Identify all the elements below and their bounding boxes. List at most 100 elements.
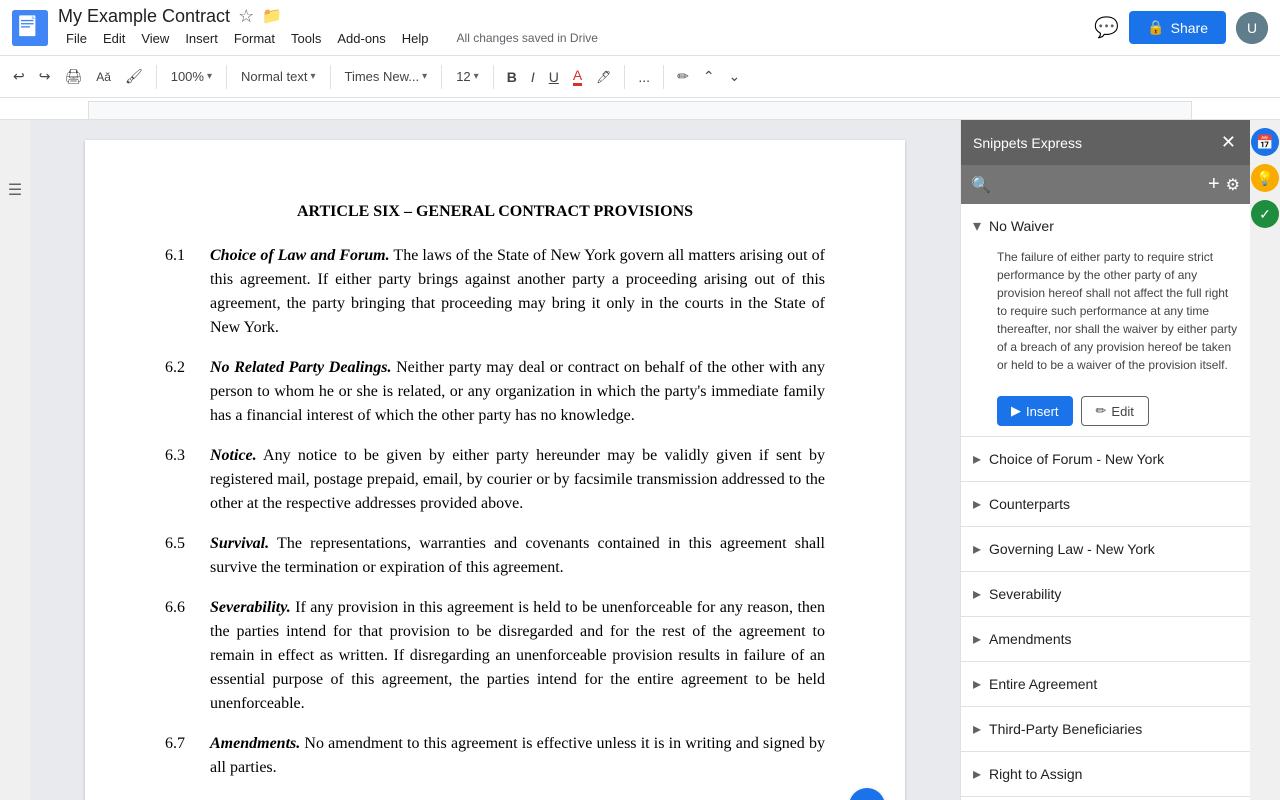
spellcheck-button[interactable]: Aǎ <box>91 66 116 88</box>
search-input[interactable] <box>997 177 1202 193</box>
chevron-right-icon-6: ▸ <box>973 674 981 694</box>
menu-tools[interactable]: Tools <box>283 27 329 50</box>
autosave-label: All changes saved in Drive <box>449 27 606 49</box>
snippet-amendments-label: Amendments <box>989 631 1071 647</box>
snippet-no-waiver: ▾ No Waiver The failure of either party … <box>961 204 1250 437</box>
snippet-severability-label: Severability <box>989 586 1061 602</box>
chevron-right-icon-5: ▸ <box>973 629 981 649</box>
snippet-severability-header[interactable]: ▸ Severability <box>961 572 1250 616</box>
snippet-no-waiver-header[interactable]: ▾ No Waiver <box>961 204 1250 248</box>
toolbar-sep-2 <box>226 65 227 89</box>
settings-button[interactable]: ⚙ <box>1226 175 1240 195</box>
doc-title[interactable]: My Example Contract <box>58 6 230 27</box>
font-color-button[interactable]: A <box>568 63 587 90</box>
toolbar: ↩ ↪ 🖨 Aǎ 🖌 100% ▾ Normal text ▾ Times Ne… <box>0 56 1280 98</box>
panel-title: Snippets Express <box>973 135 1082 151</box>
pencil-mode-button[interactable]: ✏ <box>672 64 694 89</box>
document-page: ARTICLE SIX – GENERAL CONTRACT PROVISION… <box>85 140 905 800</box>
paragraph-icon: ☰ <box>8 180 22 200</box>
snippet-entire-agreement-label: Entire Agreement <box>989 676 1097 692</box>
snippet-governing-law-label: Governing Law - New York <box>989 541 1155 557</box>
snippet-choice-of-forum-header[interactable]: ▸ Choice of Forum - New York <box>961 437 1250 481</box>
edit-button[interactable]: ✏ Edit <box>1081 396 1149 426</box>
expand-button[interactable]: ⌃ <box>698 64 720 89</box>
italic-button[interactable]: I <box>526 65 540 89</box>
size-arrow: ▾ <box>474 71 479 82</box>
menu-view[interactable]: View <box>133 27 177 50</box>
menu-format[interactable]: Format <box>226 27 283 50</box>
menu-insert[interactable]: Insert <box>177 27 226 50</box>
toolbar-sep-7 <box>663 65 664 89</box>
underline-button[interactable]: U <box>544 65 564 89</box>
section-num-6-2: 6.2 <box>165 356 200 428</box>
font-arrow: ▾ <box>422 71 427 82</box>
menu-help[interactable]: Help <box>394 27 437 50</box>
snippet-right-to-assign-label: Right to Assign <box>989 766 1082 782</box>
comment-button[interactable]: 💬 <box>1094 15 1119 40</box>
calendar-icon[interactable]: 📅 <box>1251 128 1279 156</box>
toolbar-sep-1 <box>156 65 157 89</box>
snippet-choice-of-forum: ▸ Choice of Forum - New York <box>961 437 1250 482</box>
ruler <box>0 98 1280 120</box>
paint-format-button[interactable]: 🖌 <box>120 64 148 89</box>
share-button[interactable]: 🔒 Share <box>1129 11 1226 44</box>
doc-area[interactable]: ARTICLE SIX – GENERAL CONTRACT PROVISION… <box>30 120 960 800</box>
section-num-6-8: 6.8 <box>165 796 200 800</box>
chevron-right-icon-8: ▸ <box>973 764 981 784</box>
snippet-amendments: ▸ Amendments <box>961 617 1250 662</box>
edit-icon: ✏ <box>1096 403 1107 419</box>
snippet-entire-agreement-header[interactable]: ▸ Entire Agreement <box>961 662 1250 706</box>
avatar: U <box>1236 12 1268 44</box>
section-body-6-3: Notice. Any notice to be given by either… <box>210 444 825 516</box>
snippets-list: ▾ No Waiver The failure of either party … <box>961 204 1250 800</box>
print-button[interactable]: 🖨 <box>59 64 87 89</box>
insert-icon: ▶ <box>1011 403 1021 419</box>
size-dropdown[interactable]: 12 ▾ <box>450 66 485 87</box>
toolbar-sep-6 <box>624 65 625 89</box>
zoom-dropdown[interactable]: 100% ▾ <box>165 66 218 87</box>
snippet-no-waiver-content: The failure of either party to require s… <box>961 248 1250 386</box>
lightbulb-icon[interactable]: 💡 <box>1251 164 1279 192</box>
snippet-right-to-assign: ▸ Right to Assign <box>961 752 1250 797</box>
snippet-third-party-header[interactable]: ▸ Third-Party Beneficiaries <box>961 707 1250 751</box>
main-area: ☰ ARTICLE SIX – GENERAL CONTRACT PROVISI… <box>0 120 1280 800</box>
checkmark-icon[interactable]: ✓ <box>1251 200 1279 228</box>
top-bar: My Example Contract ☆ 📁 File Edit View I… <box>0 0 1280 56</box>
section-6-8: 6.8 Assignment. Neither party may assign… <box>165 796 825 800</box>
star-icon[interactable]: ☆ <box>238 6 254 27</box>
menu-edit[interactable]: Edit <box>95 27 133 50</box>
highlight-button[interactable]: 🖊 <box>591 66 616 88</box>
size-label: 12 <box>456 69 470 84</box>
redo-button[interactable]: ↪ <box>34 64 56 89</box>
insert-button[interactable]: ▶ Insert <box>997 396 1073 426</box>
font-label: Times New... <box>345 69 420 84</box>
section-num-6-5: 6.5 <box>165 532 200 580</box>
snippet-amendments-header[interactable]: ▸ Amendments <box>961 617 1250 661</box>
more-options-button[interactable]: ... <box>633 65 655 89</box>
menu-file[interactable]: File <box>58 27 95 50</box>
snippet-entire-agreement: ▸ Entire Agreement <box>961 662 1250 707</box>
right-sidebar: 📅 💡 ✓ <box>1250 120 1280 800</box>
bold-button[interactable]: B <box>502 65 522 89</box>
snippet-governing-law-header[interactable]: ▸ Governing Law - New York <box>961 527 1250 571</box>
undo-button[interactable]: ↩ <box>8 64 30 89</box>
section-body-6-6: Severability. If any provision in this a… <box>210 596 825 716</box>
fab-button[interactable]: + <box>849 788 885 800</box>
add-snippet-button[interactable]: + <box>1208 173 1220 196</box>
collapse-button[interactable]: ⌄ <box>724 64 746 89</box>
font-dropdown[interactable]: Times New... ▾ <box>339 66 434 87</box>
style-dropdown[interactable]: Normal text ▾ <box>235 66 322 87</box>
chevron-right-icon: ▸ <box>973 449 981 469</box>
section-6-3: 6.3 Notice. Any notice to be given by ei… <box>165 444 825 516</box>
menu-addons[interactable]: Add-ons <box>329 27 393 50</box>
section-6-5: 6.5 Survival. The representations, warra… <box>165 532 825 580</box>
menu-bar: File Edit View Insert Format Tools Add-o… <box>58 27 1084 50</box>
folder-icon[interactable]: 📁 <box>262 6 282 26</box>
snippet-no-waiver-actions: ▶ Insert ✏ Edit <box>961 396 1250 436</box>
header-right: 💬 🔒 Share U <box>1094 11 1268 44</box>
doc-icon <box>12 10 48 46</box>
snippet-right-to-assign-header[interactable]: ▸ Right to Assign <box>961 752 1250 796</box>
panel-close-button[interactable]: ✕ <box>1219 130 1238 155</box>
snippet-counterparts-header[interactable]: ▸ Counterparts <box>961 482 1250 526</box>
article-title: ARTICLE SIX – GENERAL CONTRACT PROVISION… <box>165 200 825 224</box>
